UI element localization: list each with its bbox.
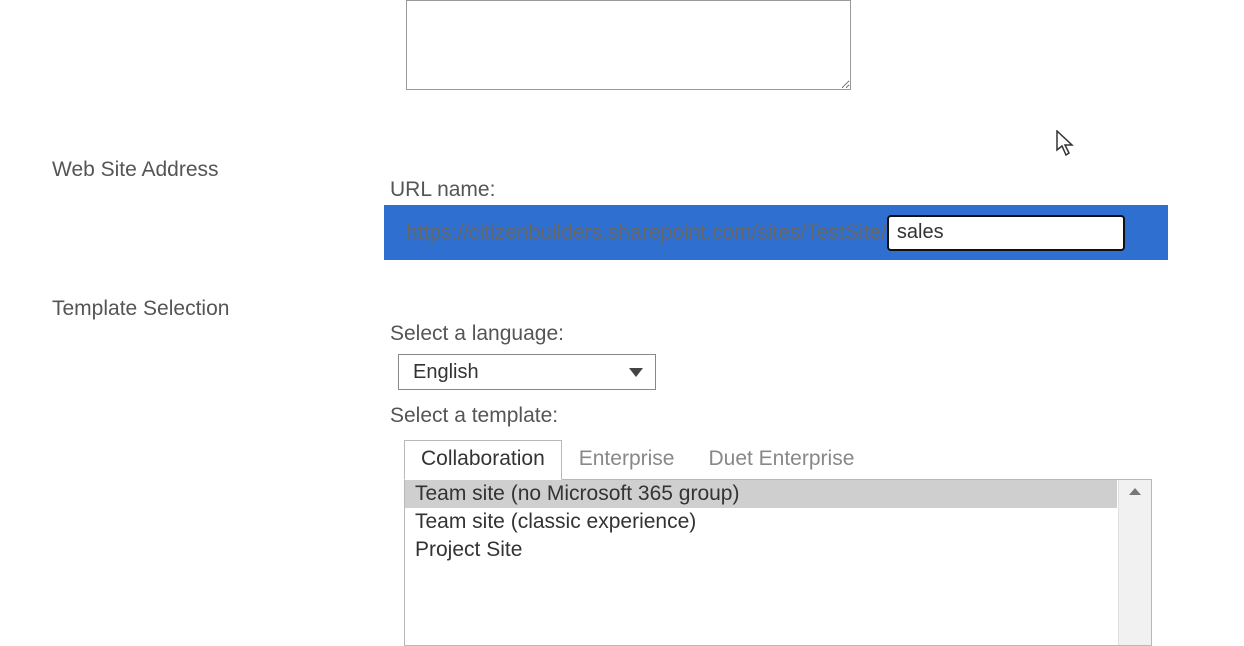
url-name-input[interactable] xyxy=(887,215,1125,251)
url-name-label: URL name: xyxy=(390,178,1170,202)
template-item[interactable]: Project Site xyxy=(405,536,1117,564)
template-item[interactable]: Team site (no Microsoft 365 group) xyxy=(405,480,1117,508)
tab-collaboration[interactable]: Collaboration xyxy=(404,440,562,480)
language-select[interactable]: English xyxy=(398,354,656,390)
select-template-label: Select a template: xyxy=(390,404,1170,428)
section-web-site-address-label: Web Site Address xyxy=(52,158,382,182)
tab-enterprise[interactable]: Enterprise xyxy=(562,440,692,480)
tab-duet-enterprise[interactable]: Duet Enterprise xyxy=(691,440,871,480)
template-tabs: Collaboration Enterprise Duet Enterprise xyxy=(404,438,871,480)
template-listbox[interactable]: Team site (no Microsoft 365 group) Team … xyxy=(404,479,1152,646)
chevron-down-icon xyxy=(629,368,643,377)
url-prefix-text: https://citizenbuilders.sharepoint.com/s… xyxy=(406,221,887,245)
cursor-icon xyxy=(1055,130,1077,158)
select-language-label: Select a language: xyxy=(390,322,1170,346)
template-item[interactable]: Team site (classic experience) xyxy=(405,508,1117,536)
section-template-selection-label: Template Selection xyxy=(52,297,382,321)
scroll-up-icon xyxy=(1129,488,1141,495)
scrollbar[interactable] xyxy=(1118,480,1151,645)
description-textarea[interactable] xyxy=(406,0,851,90)
template-list-inner: Team site (no Microsoft 365 group) Team … xyxy=(405,480,1117,645)
url-row-highlight: https://citizenbuilders.sharepoint.com/s… xyxy=(384,205,1168,260)
language-select-value: English xyxy=(413,361,479,384)
